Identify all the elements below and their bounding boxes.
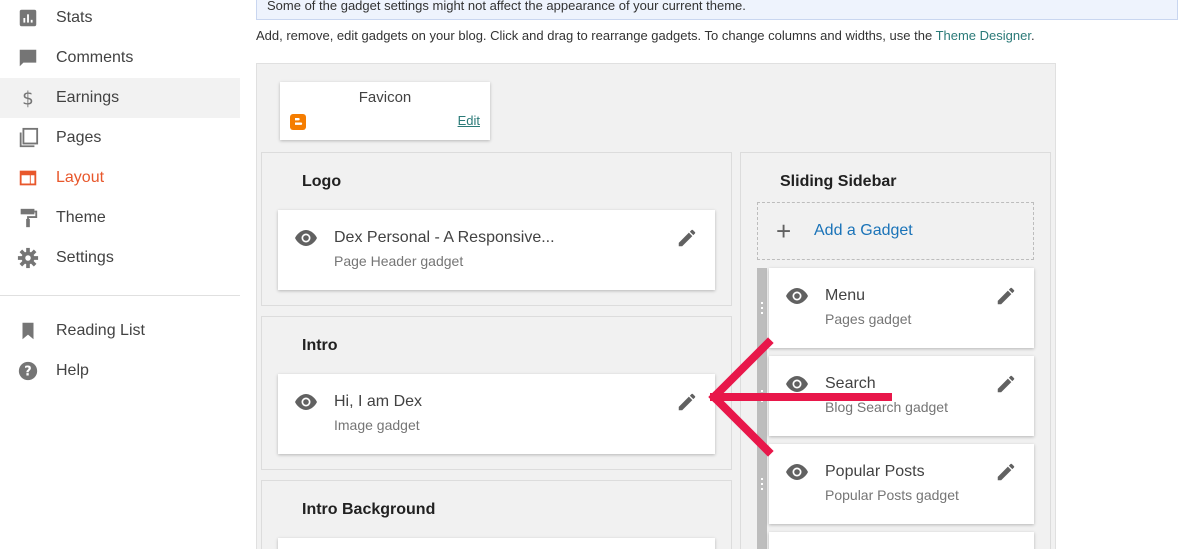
nav-label: Layout xyxy=(56,169,105,186)
eye-icon[interactable] xyxy=(785,460,809,484)
pencil-icon[interactable] xyxy=(676,391,698,413)
nav-label: Stats xyxy=(56,9,93,26)
gadget-name: Menu xyxy=(825,287,866,304)
section-title-sliding-sidebar: Sliding Sidebar xyxy=(780,173,897,190)
pencil-icon[interactable] xyxy=(676,227,698,249)
nav-label: Earnings xyxy=(56,89,120,106)
add-gadget-label: Add a Gadget xyxy=(814,222,913,239)
instructions-suffix: . xyxy=(1030,28,1035,43)
pencil-icon[interactable] xyxy=(995,285,1017,307)
blogger-logo-icon xyxy=(290,114,306,130)
nav-item-theme[interactable]: Theme xyxy=(0,198,240,238)
theme-notice-banner: Some of the gadget settings might not af… xyxy=(256,0,1178,20)
favicon-title: Favicon xyxy=(358,89,412,106)
nav-item-reading-list[interactable]: Reading List xyxy=(0,311,240,351)
theme-designer-link[interactable]: Theme Designer xyxy=(936,28,1031,43)
nav-item-stats[interactable]: Stats xyxy=(0,0,240,38)
gadget-type: Pages gadget xyxy=(825,311,912,327)
nav-label: Settings xyxy=(56,249,114,266)
nav-label: Comments xyxy=(56,49,134,66)
nav-label: Pages xyxy=(56,129,102,146)
gadget-type: Page Header gadget xyxy=(334,253,464,269)
favicon-edit-link[interactable]: Edit xyxy=(458,113,480,128)
nav-item-help[interactable]: ? Help xyxy=(0,351,240,391)
eye-icon[interactable] xyxy=(294,390,318,414)
gadget-type: Popular Posts gadget xyxy=(825,487,959,503)
instructions-text: Add, remove, edit gadgets on your blog. … xyxy=(256,28,936,43)
section-title-logo: Logo xyxy=(302,173,342,190)
nav-divider xyxy=(0,295,240,296)
gadget-name: Popular Posts xyxy=(825,463,925,480)
help-icon: ? xyxy=(18,361,38,381)
gadget-type: Image gadget xyxy=(334,417,420,433)
nav-label: Theme xyxy=(56,209,106,226)
nav-label: Help xyxy=(56,362,89,379)
gadget-intro-background[interactable] xyxy=(278,538,715,549)
svg-text:?: ? xyxy=(24,365,31,380)
gadget-intro-image[interactable]: Hi, I am Dex Image gadget xyxy=(278,374,715,454)
nav-item-comments[interactable]: Comments xyxy=(0,38,240,78)
sidebar-nav: Stats Comments $ Earnings Pages Layout T… xyxy=(0,0,240,549)
pencil-icon[interactable] xyxy=(995,373,1017,395)
favicon-gadget[interactable]: Favicon Edit xyxy=(280,82,490,140)
gadget-name: Dex Personal - A Responsive... xyxy=(334,229,555,246)
nav-label: Reading List xyxy=(56,322,145,339)
svg-text:$: $ xyxy=(22,88,34,109)
gadget-logo-header[interactable]: Dex Personal - A Responsive... Page Head… xyxy=(278,210,715,290)
bookmark-icon xyxy=(22,322,34,340)
eye-icon[interactable] xyxy=(294,226,318,250)
comment-icon xyxy=(19,49,37,67)
nav-item-layout[interactable]: Layout xyxy=(0,158,240,198)
gadget-name: Hi, I am Dex xyxy=(334,393,423,410)
paint-roller-icon xyxy=(20,208,38,228)
section-title-intro: Intro xyxy=(302,337,338,354)
gadget-partial[interactable] xyxy=(769,532,1034,549)
add-gadget-button[interactable]: + Add a Gadget xyxy=(757,202,1034,260)
pages-icon xyxy=(19,127,39,148)
notice-text: Some of the gadget settings might not af… xyxy=(267,0,746,13)
eye-icon[interactable] xyxy=(785,284,809,308)
nav-item-settings[interactable]: Settings xyxy=(0,238,240,278)
pencil-icon[interactable] xyxy=(995,461,1017,483)
plus-icon: + xyxy=(776,216,792,246)
nav-item-pages[interactable]: Pages xyxy=(0,118,240,158)
dollar-icon: $ xyxy=(22,88,34,109)
section-title-intro-background: Intro Background xyxy=(302,501,436,518)
nav-item-earnings[interactable]: $ Earnings xyxy=(0,78,240,118)
layout-icon xyxy=(19,170,37,186)
annotation-arrow xyxy=(708,337,892,457)
layout-instructions: Add, remove, edit gadgets on your blog. … xyxy=(256,28,1035,43)
bar-chart-icon xyxy=(19,9,37,27)
gear-icon xyxy=(17,247,39,269)
